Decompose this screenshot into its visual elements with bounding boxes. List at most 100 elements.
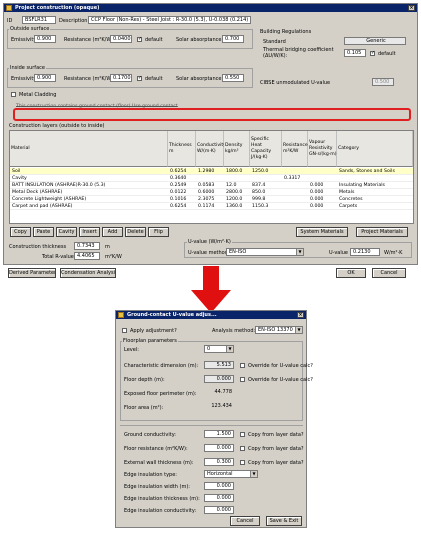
column-header[interactable]: Thickness m xyxy=(168,131,196,167)
column-header[interactable]: Material xyxy=(10,131,168,167)
exposed-perimeter-label: Exposed floor perimeter (m): xyxy=(124,391,197,397)
inside-solar-field[interactable]: 0.550 xyxy=(222,74,244,82)
table-row[interactable]: Metal Deck (ASHRAE) 0.0122 0.6000 2800.0 850… xyxy=(10,189,413,196)
description-field[interactable]: CCP Floor (Non-Res) - Steel Joist : R-30… xyxy=(88,16,251,24)
edge-type-chevron-down-icon[interactable]: ▼ xyxy=(250,471,257,477)
delete-button[interactable]: Delete xyxy=(125,227,146,237)
cancel-button[interactable]: Cancel xyxy=(372,268,406,278)
uvalue-field: 0.2130 xyxy=(350,248,380,256)
insert-button[interactable]: Insert xyxy=(79,227,100,237)
apply-adjustment-checkbox[interactable] xyxy=(122,328,127,333)
uvalue-method-select[interactable]: EN-ISO ▼ xyxy=(226,248,304,256)
copy1-checkbox[interactable] xyxy=(240,432,245,437)
inside-emissivity-field[interactable]: 0.900 xyxy=(34,74,56,82)
inside-default-checkbox[interactable] xyxy=(137,75,142,82)
cavity-button[interactable]: Cavity xyxy=(56,227,77,237)
edge-type-select[interactable]: Horizontal ▼ xyxy=(204,470,258,478)
close-icon[interactable]: × xyxy=(408,5,415,11)
project-materials-button[interactable]: Project Materials xyxy=(356,227,408,237)
override2-label: Override for U-value calc? xyxy=(248,377,313,383)
column-header[interactable]: Conductivity W/(m·K) xyxy=(196,131,226,167)
copy-button[interactable]: Copy xyxy=(10,227,31,237)
ok-button[interactable]: OK xyxy=(336,268,366,278)
table-row[interactable]: Cavity 0.3640 0.3317 xyxy=(10,175,413,182)
ext-wall-thickness-field[interactable]: 0.300 xyxy=(204,458,234,466)
level-chevron-down-icon[interactable]: ▼ xyxy=(226,346,233,352)
table-cell: 1360.0 xyxy=(226,204,243,209)
table-cell: Carpet and pad (ASHRAE) xyxy=(12,204,73,209)
analysis-method-select[interactable]: EN-ISO 13370 ▼ xyxy=(255,326,303,334)
column-header[interactable]: Resistance m²K/W xyxy=(282,131,308,167)
uvalue-label: U-value xyxy=(329,250,348,256)
edge-thickness-label: Edge insulation thickness (m): xyxy=(124,496,200,502)
table-cell: 1150.3 xyxy=(252,204,269,209)
override2-checkbox[interactable] xyxy=(240,377,245,382)
outside-default-checkbox[interactable] xyxy=(137,36,142,43)
edge-type-value: Horizontal xyxy=(207,471,233,477)
condensation-analysis-button[interactable]: Condensation Analysis xyxy=(60,268,116,278)
edge-conductivity-field[interactable]: 0.000 xyxy=(204,506,234,514)
table-cell: Sands, Stones and Soils xyxy=(339,169,395,174)
standard-field: Generic xyxy=(344,37,406,45)
override1-checkbox[interactable] xyxy=(240,363,245,368)
outside-resistance-field[interactable]: 0.0400 xyxy=(110,35,132,43)
table-cell: Carpets xyxy=(339,204,358,209)
copy2-checkbox[interactable] xyxy=(240,446,245,451)
table-cell: Metal Deck (ASHRAE) xyxy=(12,190,63,195)
flip-button[interactable]: Flip xyxy=(148,227,169,237)
analysis-method-value: EN-ISO 13370 xyxy=(258,327,293,333)
dialog-close-icon[interactable]: × xyxy=(297,312,304,318)
cibse-field: 0.500 xyxy=(372,78,394,86)
edge-thickness-field[interactable]: 0.000 xyxy=(204,494,234,502)
table-row[interactable]: Carpet and pad (ASHRAE) 0.6254 0.1174 1360.… xyxy=(10,203,413,210)
total-r-unit: m²K/W xyxy=(105,254,122,260)
dialog-cancel-button[interactable]: Cancel xyxy=(230,516,260,526)
paste-button[interactable]: Paste xyxy=(33,227,54,237)
copy3-label: Copy from layer data? xyxy=(248,460,304,466)
system-materials-button[interactable]: System Materials xyxy=(296,227,348,237)
metal-cladding-label: Metal Cladding xyxy=(19,92,57,98)
table-cell: 0.0583 xyxy=(198,183,215,188)
column-header[interactable]: Specific Heat Capacity J/(kg·K) xyxy=(250,131,282,167)
floor-area-label: Floor area (m²): xyxy=(124,405,164,411)
analysis-chevron-down-icon[interactable]: ▼ xyxy=(295,327,302,333)
table-cell: 0.6000 xyxy=(198,190,215,195)
outside-solar-field[interactable]: 0.700 xyxy=(222,35,244,43)
table-cell: Concretes xyxy=(339,197,363,202)
outside-emissivity-field[interactable]: 0.900 xyxy=(34,35,56,43)
floor-resistance-label: Floor resistance (m²K/W): xyxy=(124,446,188,452)
ground-contact-dialog: Ground-contact U-value adjus... × Apply … xyxy=(115,310,313,528)
column-header[interactable]: Density kg/m³ xyxy=(224,131,250,167)
table-row[interactable]: Concrete Lightweight (ASHRAE) 0.1016 2.307… xyxy=(10,196,413,203)
window-title: Project construction (opaque) xyxy=(15,5,100,11)
floor-depth-field[interactable]: 0.000 xyxy=(204,375,234,383)
thermal-bridging-label: Thermal bridging coefficient (ΔU/W/K): xyxy=(263,47,334,59)
table-row[interactable]: BATT INSULATION (ASHRAE)R-30.0 (5.3) 0.25… xyxy=(10,182,413,189)
outside-surface-label: Outside surface xyxy=(9,26,51,32)
id-field[interactable]: BSFLR31 xyxy=(22,16,56,24)
copy3-checkbox[interactable] xyxy=(240,460,245,465)
metal-cladding-checkbox[interactable] xyxy=(11,92,16,97)
thermal-bridging-field[interactable]: 0.105 xyxy=(344,49,366,57)
level-select[interactable]: 0 ▼ xyxy=(204,345,234,353)
table-cell: 0.2549 xyxy=(170,183,187,188)
down-arrow-icon xyxy=(191,266,231,313)
save-exit-button[interactable]: Save & Exit xyxy=(266,516,302,526)
divider xyxy=(120,425,303,426)
layers-label: Construction layers (outside to inside) xyxy=(9,123,105,129)
thermal-default-checkbox[interactable] xyxy=(370,50,375,57)
column-header[interactable]: Vapour Resistivity GN·s/(kg·m) xyxy=(308,131,337,167)
derived-parameters-button[interactable]: Derived Parameters xyxy=(8,268,56,278)
chevron-down-icon[interactable]: ▼ xyxy=(296,249,303,255)
edge-width-field[interactable]: 0.000 xyxy=(204,482,234,490)
table-cell: Metals xyxy=(339,190,355,195)
column-header[interactable]: Category xyxy=(337,131,413,167)
add-button[interactable]: Add xyxy=(102,227,123,237)
floor-resistance-field[interactable]: 0.000 xyxy=(204,444,234,452)
char-dim-field[interactable]: 5.513 xyxy=(204,361,234,369)
ground-conductivity-field[interactable]: 1.500 xyxy=(204,430,234,438)
analysis-method-label: Analysis method: xyxy=(212,328,256,334)
window-app-icon xyxy=(6,5,12,11)
inside-resistance-field[interactable]: 0.1700 xyxy=(110,74,132,82)
table-row[interactable]: Soil 0.6254 1.2980 1800.0 1250.0 Sands, Stone… xyxy=(10,168,413,175)
